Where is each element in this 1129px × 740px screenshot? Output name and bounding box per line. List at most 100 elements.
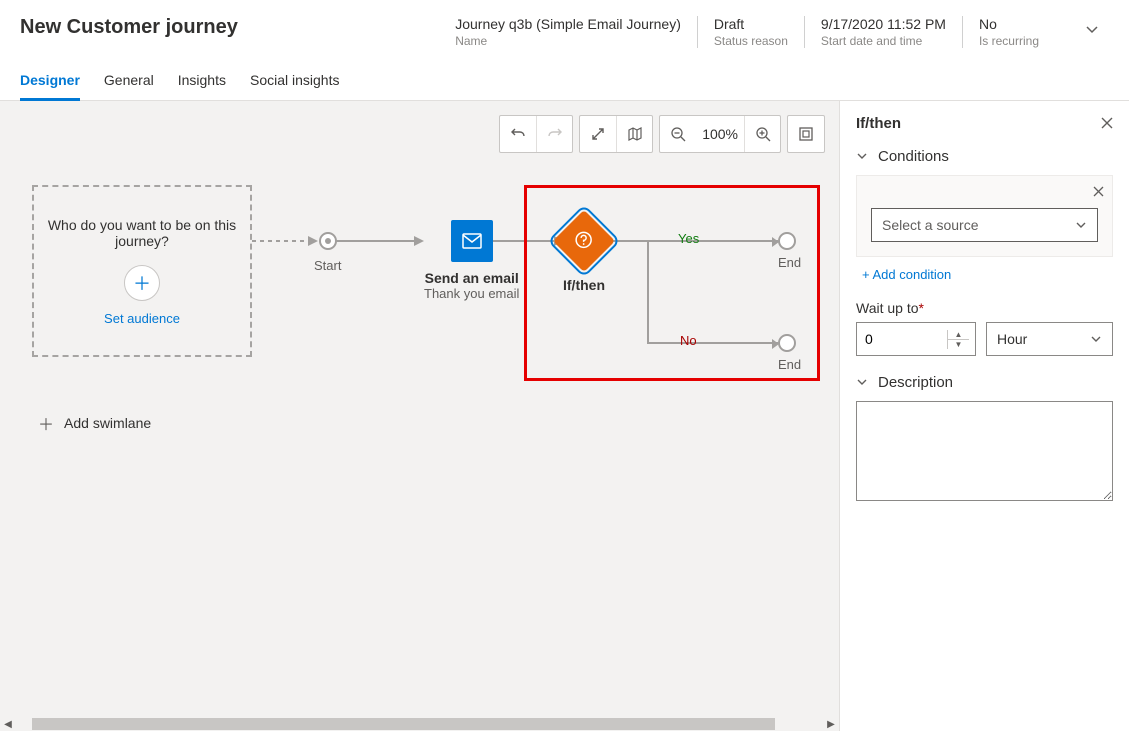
fit-group: [787, 115, 825, 153]
spin-up-button[interactable]: ▲: [948, 330, 969, 340]
required-indicator: *: [919, 300, 924, 316]
scroll-thumb[interactable]: [32, 718, 774, 730]
panel-title: If/then: [856, 115, 901, 132]
wait-value-input[interactable]: ▲ ▼: [856, 322, 976, 356]
canvas-wrap: 100%: [0, 101, 839, 731]
yes-label: Yes: [678, 231, 699, 246]
journey-canvas[interactable]: Who do you want to be on this journey? ＋…: [0, 101, 839, 731]
fullscreen-button[interactable]: [580, 116, 616, 152]
expand-header-button[interactable]: [1075, 16, 1109, 45]
end-label-yes: End: [778, 255, 801, 270]
header-field-value: Journey q3b (Simple Email Journey): [455, 16, 681, 32]
audience-question: Who do you want to be on this journey?: [46, 217, 238, 249]
header-fields: Journey q3b (Simple Email Journey) Name …: [439, 16, 1055, 48]
scroll-left-icon[interactable]: ◀: [0, 719, 16, 730]
email-title: Send an email: [425, 270, 519, 286]
wait-row: ▲ ▼ Hour: [856, 322, 1113, 356]
add-audience-button[interactable]: ＋: [124, 265, 160, 301]
tab-insights[interactable]: Insights: [178, 72, 226, 100]
description-section-header[interactable]: Description: [856, 374, 1113, 391]
conditions-section-header[interactable]: Conditions: [856, 148, 1113, 165]
add-condition-link[interactable]: + Add condition: [862, 267, 1113, 282]
question-icon: [575, 231, 593, 249]
wait-unit-select[interactable]: Hour: [986, 322, 1113, 356]
if-then-node[interactable]: If/then: [562, 219, 606, 293]
plus-icon: ＋: [133, 270, 151, 296]
close-icon: [1093, 186, 1104, 197]
if-then-label: If/then: [563, 277, 605, 293]
header-field-label: Name: [455, 34, 681, 48]
set-audience-link[interactable]: Set audience: [104, 311, 180, 326]
close-panel-button[interactable]: [1101, 116, 1113, 132]
zoom-in-button[interactable]: [744, 116, 780, 152]
wait-label-text: Wait up to: [856, 300, 919, 316]
expand-icon: [590, 126, 606, 142]
scroll-track[interactable]: [16, 717, 823, 731]
wait-spinner: ▲ ▼: [947, 330, 969, 349]
send-email-node[interactable]: Send an email Thank you email: [424, 220, 519, 301]
header-field-value: Draft: [714, 16, 788, 32]
email-tile: [451, 220, 493, 262]
scroll-right-icon[interactable]: ▶: [823, 719, 839, 730]
page-title: New Customer journey: [20, 16, 238, 39]
audience-tile[interactable]: Who do you want to be on this journey? ＋…: [32, 185, 252, 357]
plus-icon: ＋: [38, 411, 54, 435]
chevron-down-icon: [1075, 219, 1087, 231]
chevron-down-icon: [856, 375, 868, 391]
header-field-label: Is recurring: [979, 34, 1039, 48]
redo-icon: [547, 126, 563, 142]
canvas-scrollbar[interactable]: ◀ ▶: [0, 717, 839, 731]
add-swimlane-label: Add swimlane: [64, 415, 151, 431]
spin-down-button[interactable]: ▼: [948, 340, 969, 349]
header-field-value: No: [979, 16, 1039, 32]
map-icon: [627, 126, 643, 142]
end-node-yes[interactable]: [778, 232, 796, 250]
description-textarea[interactable]: [856, 401, 1113, 501]
tab-bar: Designer General Insights Social insight…: [0, 48, 1129, 101]
header-field-value: 9/17/2020 11:52 PM: [821, 16, 946, 32]
fit-button[interactable]: [788, 116, 824, 152]
tab-social-insights[interactable]: Social insights: [250, 72, 340, 100]
undo-button[interactable]: [500, 116, 536, 152]
no-label: No: [680, 333, 697, 348]
header-field-startdate[interactable]: 9/17/2020 11:52 PM Start date and time: [804, 16, 962, 48]
end-node-no[interactable]: [778, 334, 796, 352]
zoom-level: 100%: [696, 116, 744, 152]
undo-icon: [510, 126, 526, 142]
condition-tile: [553, 210, 615, 272]
header-field-recurring[interactable]: No Is recurring: [962, 16, 1055, 48]
source-placeholder: Select a source: [882, 217, 979, 233]
fit-icon: [798, 126, 814, 142]
close-icon: [1101, 117, 1113, 129]
page-header: New Customer journey Journey q3b (Simple…: [0, 0, 1129, 48]
zoom-out-icon: [670, 126, 686, 142]
chevron-down-icon: [1090, 333, 1102, 345]
expand-group: [579, 115, 653, 153]
minimap-button[interactable]: [616, 116, 652, 152]
wait-value-field[interactable]: [857, 323, 947, 355]
remove-condition-button[interactable]: [1093, 184, 1104, 200]
add-swimlane-button[interactable]: ＋ Add swimlane: [38, 411, 151, 435]
redo-button[interactable]: [536, 116, 572, 152]
zoom-group: 100%: [659, 115, 781, 153]
end-icon: [778, 232, 796, 250]
properties-panel: If/then Conditions Select a source + Add…: [839, 101, 1129, 731]
tab-designer[interactable]: Designer: [20, 72, 80, 101]
start-node[interactable]: Start: [314, 232, 341, 273]
end-icon: [778, 334, 796, 352]
tab-general[interactable]: General: [104, 72, 154, 100]
main-area: 100%: [0, 101, 1129, 731]
header-field-name[interactable]: Journey q3b (Simple Email Journey) Name: [439, 16, 697, 48]
zoom-out-button[interactable]: [660, 116, 696, 152]
header-field-label: Status reason: [714, 34, 788, 48]
condition-card: Select a source: [856, 175, 1113, 257]
zoom-in-icon: [755, 126, 771, 142]
start-icon: [319, 232, 337, 250]
source-select[interactable]: Select a source: [871, 208, 1098, 242]
undo-redo-group: [499, 115, 573, 153]
chevron-down-icon: [856, 149, 868, 165]
panel-header: If/then: [856, 115, 1113, 132]
email-icon: [462, 233, 482, 249]
header-field-status[interactable]: Draft Status reason: [697, 16, 804, 48]
email-subtitle: Thank you email: [424, 286, 519, 301]
